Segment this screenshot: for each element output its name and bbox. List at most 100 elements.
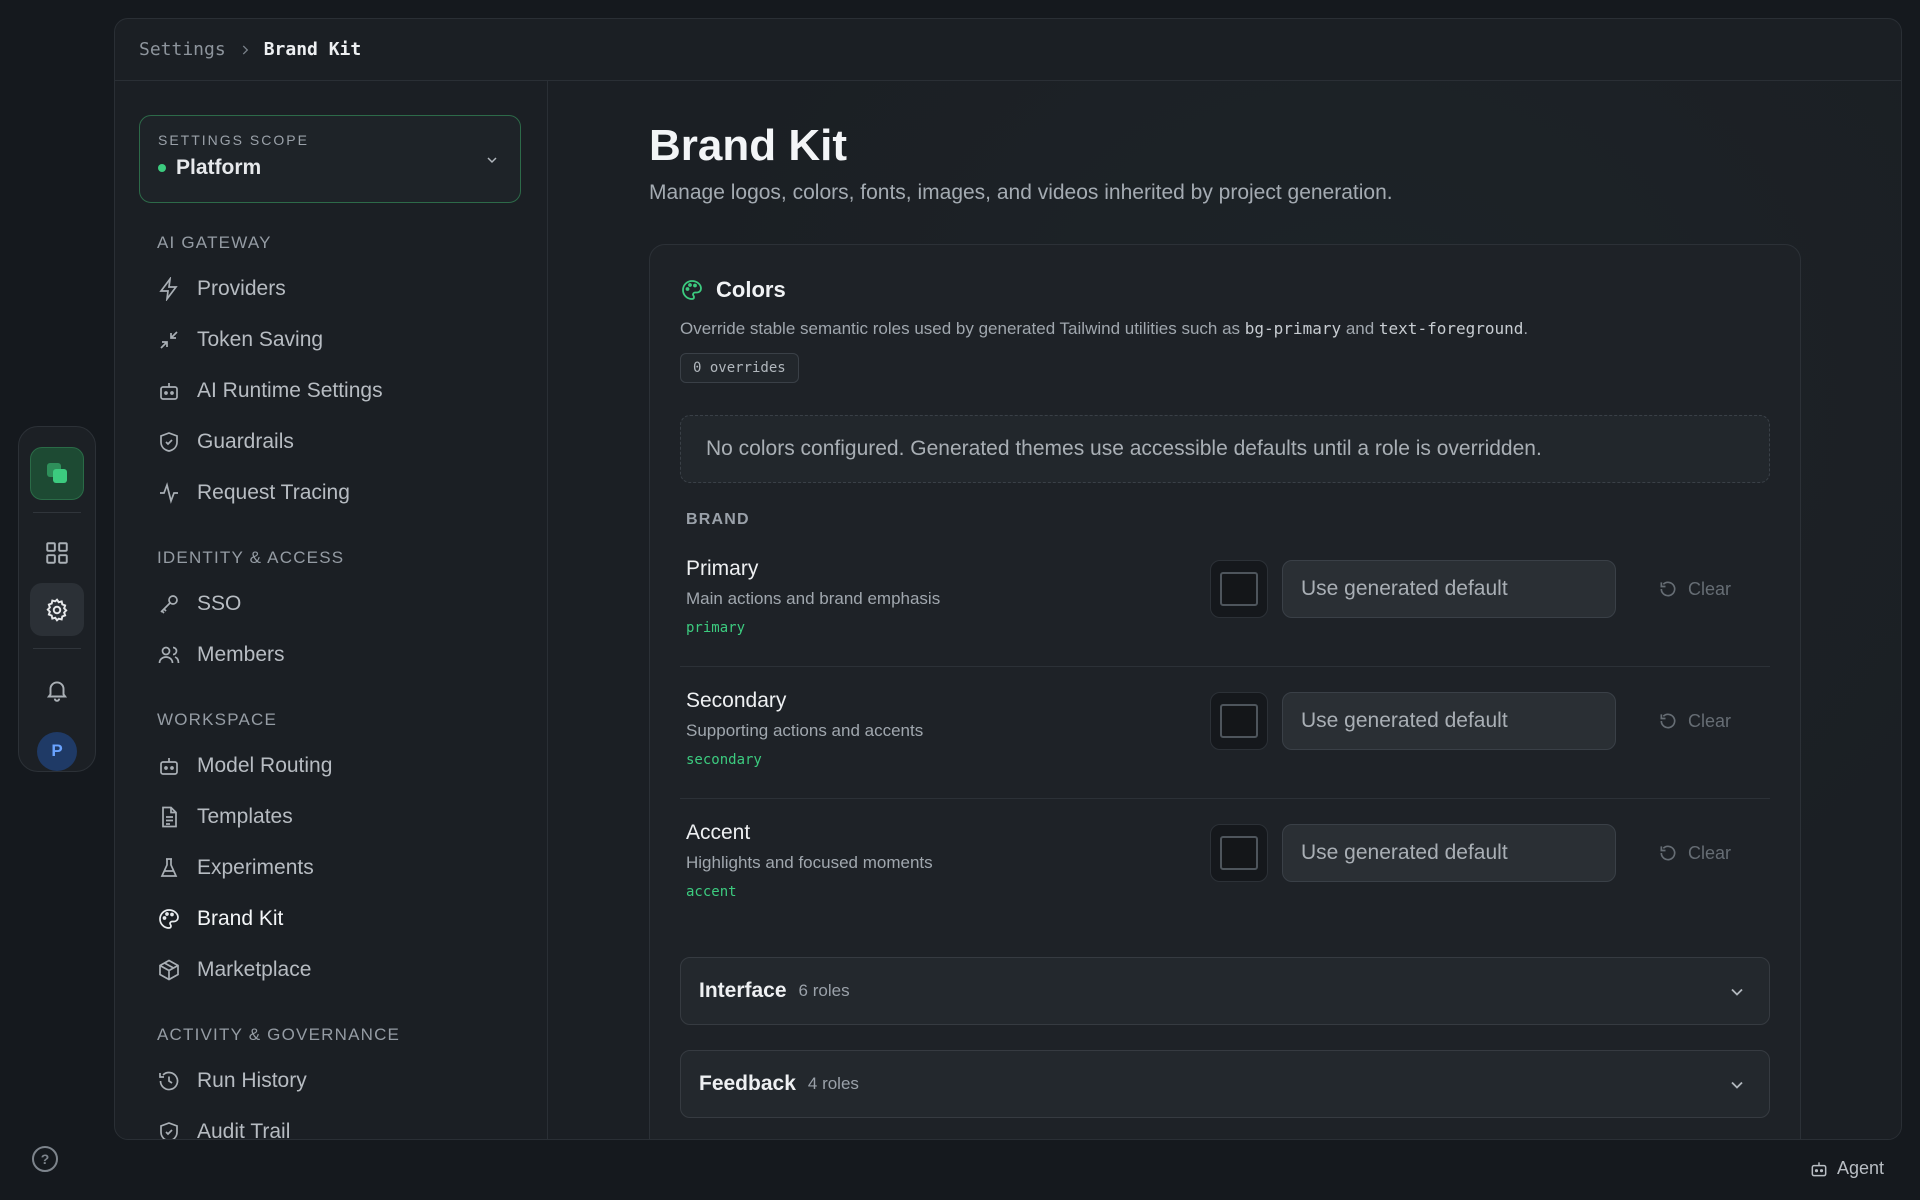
- role-name: Secondary: [686, 689, 787, 712]
- sidebar-item-label: Members: [197, 642, 285, 666]
- desc-code-bg-primary: bg-primary: [1244, 319, 1342, 338]
- bot-icon: [160, 382, 178, 400]
- sidebar-item-label: Guardrails: [197, 429, 294, 453]
- accordion-title: Feedback: [699, 1072, 796, 1095]
- clear-label: Clear: [1688, 710, 1732, 731]
- chevron-down-icon: [1731, 988, 1743, 996]
- users-icon: [158, 646, 180, 663]
- section-label-activity-governance: ACTIVITY & GOVERNANCE: [157, 1025, 401, 1044]
- color-role-secondary: Secondary Supporting actions and accents…: [680, 667, 1770, 799]
- sidebar-item-label: Model Routing: [197, 753, 333, 777]
- sidebar-item-ai-runtime-settings[interactable]: AI Runtime Settings: [139, 365, 523, 416]
- role-name: Accent: [686, 821, 751, 844]
- color-value-input[interactable]: [1282, 692, 1616, 750]
- rail-dashboard-button[interactable]: [30, 527, 84, 580]
- color-swatch-button[interactable]: [1210, 692, 1268, 750]
- activity-icon: [160, 481, 178, 504]
- app-logo-button[interactable]: [30, 447, 84, 500]
- reset-icon: [1660, 845, 1676, 861]
- desc-text: and: [1341, 319, 1379, 338]
- palette-icon: [159, 908, 179, 929]
- help-icon[interactable]: ?: [32, 1146, 58, 1172]
- color-swatch-preview: [1220, 704, 1258, 738]
- color-role-accent: Accent Highlights and focused moments ac…: [680, 799, 1770, 931]
- grid-icon: [46, 542, 68, 564]
- sidebar-item-request-tracing[interactable]: Request Tracing: [139, 467, 523, 518]
- sidebar-item-label: Brand Kit: [197, 906, 284, 930]
- sidebar-item-members[interactable]: Members: [139, 629, 523, 680]
- section-label-ai-gateway: AI GATEWAY: [157, 233, 272, 252]
- role-token: secondary: [686, 752, 762, 768]
- clear-button[interactable]: Clear: [1658, 692, 1731, 750]
- key-icon: [160, 594, 178, 614]
- clear-button[interactable]: Clear: [1658, 560, 1731, 618]
- sidebar-item-label: Token Saving: [197, 327, 324, 351]
- role-description: Highlights and focused moments: [686, 853, 933, 872]
- desc-text: .: [1523, 319, 1529, 338]
- page-subtitle: Manage logos, colors, fonts, images, and…: [649, 181, 1393, 204]
- colors-card-title: Colors: [716, 277, 786, 302]
- sidebar-item-audit-trail[interactable]: Audit Trail: [139, 1106, 523, 1139]
- gear-icon: [46, 598, 68, 622]
- role-token: primary: [686, 620, 746, 636]
- sidebar-item-sso[interactable]: SSO: [139, 578, 523, 629]
- sidebar-item-templates[interactable]: Templates: [139, 791, 523, 842]
- app-rail: P: [18, 426, 96, 772]
- rail-notifications-button[interactable]: [30, 663, 84, 716]
- color-value-input[interactable]: [1282, 560, 1616, 618]
- role-description: Supporting actions and accents: [686, 721, 924, 740]
- sidebar-item-label: Marketplace: [197, 957, 312, 981]
- rail-settings-button[interactable]: [30, 583, 84, 637]
- colors-card: Colors Override stable semantic roles us…: [649, 244, 1801, 1139]
- reset-icon: [1660, 713, 1676, 729]
- color-swatch-button[interactable]: [1210, 824, 1268, 882]
- shield-check-icon: [160, 1121, 178, 1139]
- rail-divider: [33, 511, 81, 513]
- sidebar-item-providers[interactable]: Providers: [139, 263, 523, 314]
- color-role-primary: Primary Main actions and brand emphasis …: [680, 535, 1770, 667]
- file-text-icon: [162, 806, 177, 827]
- accordion-interface[interactable]: Interface 6 roles: [680, 957, 1770, 1025]
- sidebar-item-model-routing[interactable]: Model Routing: [139, 740, 523, 791]
- section-label-workspace: WORKSPACE: [157, 710, 278, 729]
- palette-icon: [682, 280, 702, 300]
- history-icon: [159, 1071, 179, 1090]
- agent-button[interactable]: Agent: [1809, 1158, 1884, 1179]
- app-logo-icon: [47, 463, 67, 484]
- accordion-count: 4 roles: [807, 1074, 859, 1093]
- breadcrumb-settings-link[interactable]: Settings: [139, 39, 226, 60]
- section-label-identity-access: IDENTITY & ACCESS: [157, 548, 345, 567]
- package-icon: [159, 959, 179, 980]
- scope-value: Platform: [176, 156, 262, 179]
- sidebar-item-guardrails[interactable]: Guardrails: [139, 416, 523, 467]
- sidebar-item-experiments[interactable]: Experiments: [139, 842, 523, 893]
- sidebar-item-run-history[interactable]: Run History: [139, 1055, 523, 1106]
- sidebar-item-label: Experiments: [197, 855, 314, 879]
- sidebar-item-brand-kit[interactable]: Brand Kit: [139, 893, 523, 944]
- overrides-badge: 0 overrides: [680, 353, 799, 383]
- clear-label: Clear: [1688, 578, 1732, 599]
- color-value-input[interactable]: [1282, 824, 1616, 882]
- settings-scope-select[interactable]: SETTINGS SCOPE Platform: [139, 115, 521, 203]
- accordion-title: Interface: [699, 979, 787, 1002]
- sidebar-item-token-saving[interactable]: Token Saving: [139, 314, 523, 365]
- color-swatch-button[interactable]: [1210, 560, 1268, 618]
- sidebar-item-label: Request Tracing: [197, 480, 350, 504]
- color-swatch-preview: [1220, 836, 1258, 870]
- settings-sidebar: SETTINGS SCOPE Platform AI GATEWAY Provi…: [115, 81, 548, 1139]
- sidebar-item-label: AI Runtime Settings: [197, 378, 383, 402]
- desc-code-text-foreground: text-foreground: [1378, 319, 1524, 338]
- accordion-count: 6 roles: [798, 981, 850, 1000]
- sidebar-item-label: Templates: [197, 804, 293, 828]
- sidebar-item-marketplace[interactable]: Marketplace: [139, 944, 523, 995]
- clear-button[interactable]: Clear: [1658, 824, 1731, 882]
- user-avatar[interactable]: P: [37, 731, 77, 771]
- color-swatch-preview: [1220, 572, 1258, 606]
- scope-status-dot: [158, 164, 166, 172]
- reset-icon: [1660, 581, 1676, 597]
- settings-window: Settings Brand Kit SETTINGS SCOPE Platfo…: [114, 18, 1902, 1140]
- chevron-down-icon: [1731, 1081, 1743, 1089]
- sidebar-item-label: Audit Trail: [197, 1119, 291, 1140]
- bot-icon: [1811, 1161, 1827, 1176]
- accordion-feedback[interactable]: Feedback 4 roles: [680, 1050, 1770, 1118]
